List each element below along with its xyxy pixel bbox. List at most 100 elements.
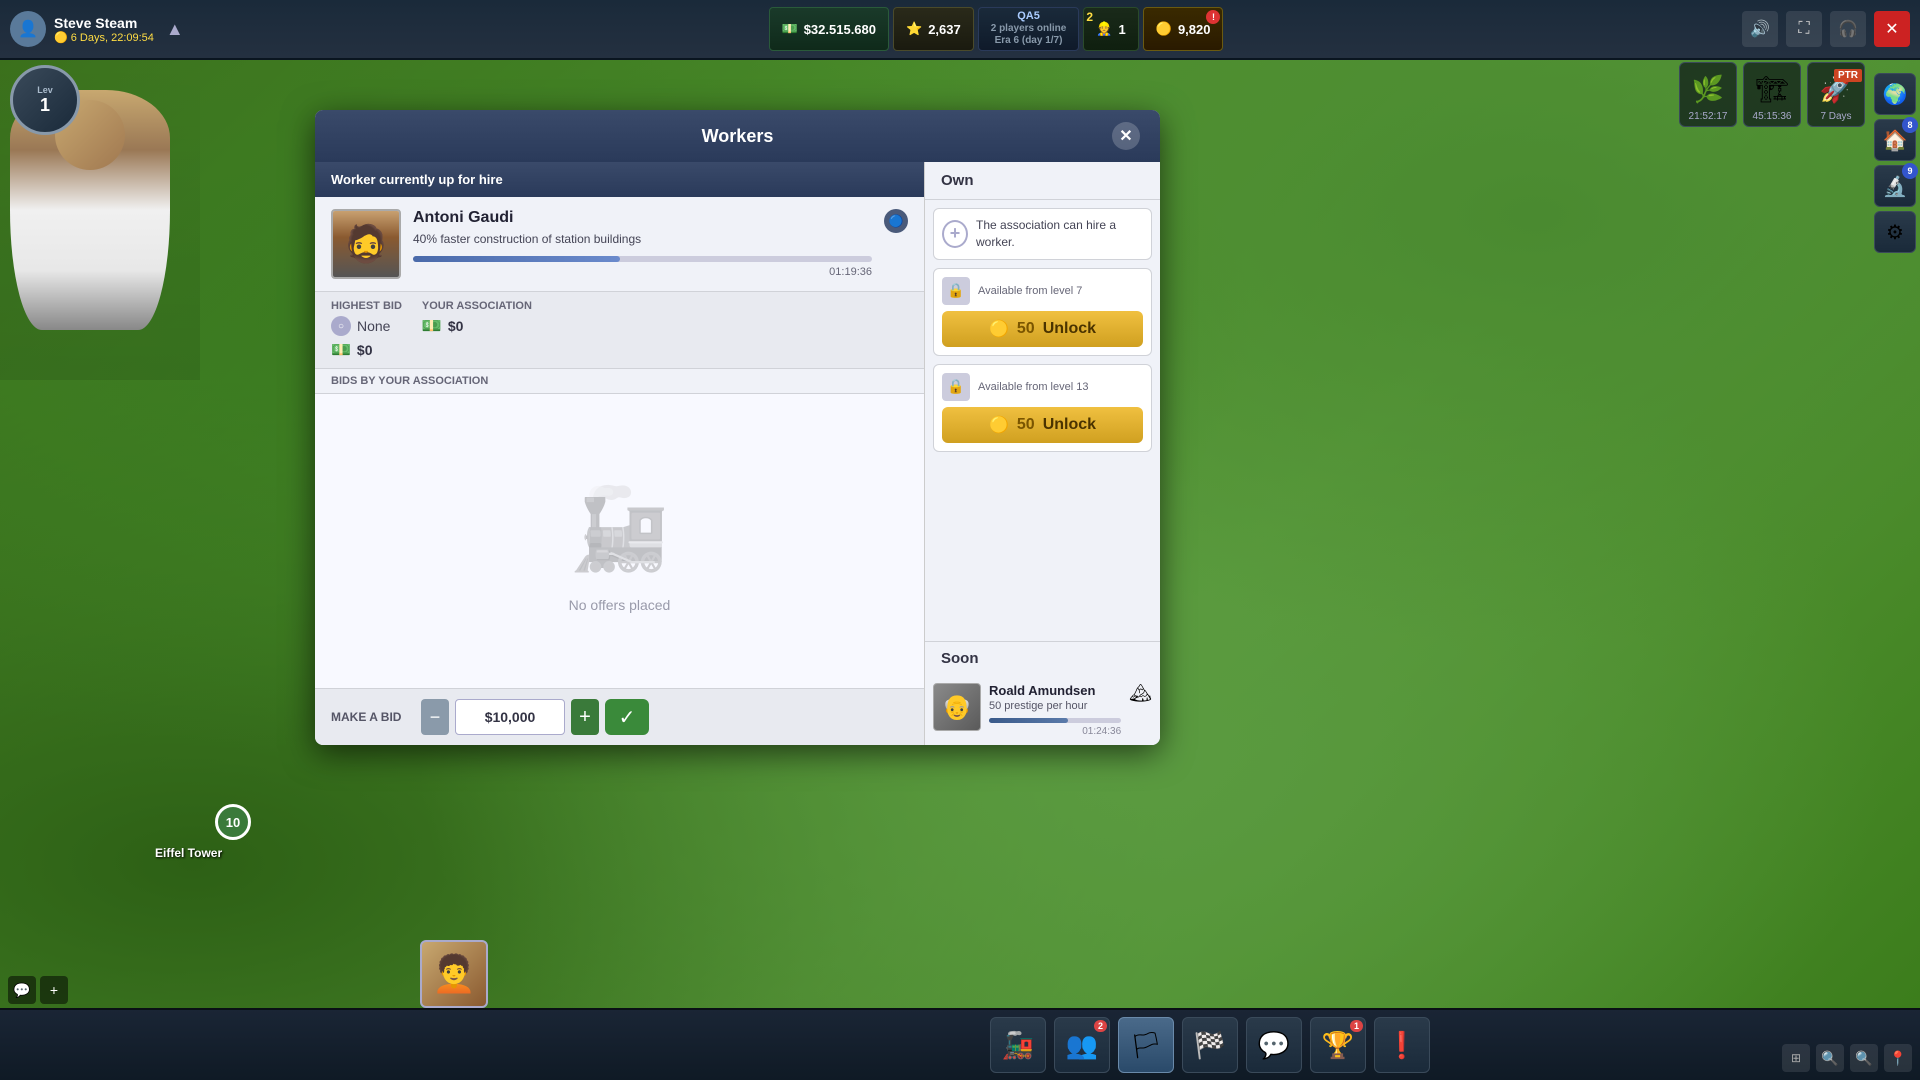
lock-header-1: 🔒 Available from level 7 <box>942 277 1143 305</box>
highest-bid-col: HIGHEST BID ○ None 💵 $0 <box>331 300 402 360</box>
bid-amount-input[interactable]: $10,000 <box>455 699 565 735</box>
taskbar: 💬 + 🧑‍🦱 🚂 👥 2 🏳 🏁 💬 🏆 1 ❗ ⊞ <box>0 1008 1920 1080</box>
chat-area: 💬 + <box>0 972 76 1008</box>
grid-icon[interactable]: ⊞ <box>1782 1044 1810 1072</box>
taskbar-alert-btn[interactable]: ❗ <box>1374 1017 1430 1073</box>
taskbar-flag-btn[interactable]: 🏳 <box>1118 1017 1174 1073</box>
unlock-label-1: Unlock <box>1043 320 1096 338</box>
taskbar-trophy-btn[interactable]: 🏆 1 <box>1310 1017 1366 1073</box>
worker-name: Antoni Gaudi <box>413 209 872 227</box>
chat-plus-icon[interactable]: + <box>40 976 68 1004</box>
own-scroll-area[interactable]: + The association can hire a worker. 🔒 A… <box>925 200 1160 641</box>
worker-details: Antoni Gaudi 40% faster construction of … <box>413 209 872 278</box>
right-sidebar: 🌍 🏠 8 🔬 9 ⚙ <box>1870 65 1920 261</box>
worker-for-hire-header: Worker currently up for hire <box>315 162 924 197</box>
lock-slot-1: 🔒 Available from level 7 🟡 50 Unlock <box>933 268 1152 356</box>
highest-bid-label: HIGHEST BID <box>331 300 402 312</box>
money-stat[interactable]: 💵 $32.515.680 <box>769 7 889 51</box>
fullscreen-icon[interactable]: ⛶ <box>1786 11 1822 47</box>
assoc-money-row: 💵 $0 <box>422 316 532 336</box>
bid-amount-value: $10,000 <box>485 709 536 725</box>
zoom-out-icon[interactable]: 🔍 <box>1816 1044 1844 1072</box>
right-panel: Own + The association can hire a worker.… <box>925 162 1160 745</box>
globe-icon: 🌍 <box>1883 82 1908 107</box>
unlock-label-2: Unlock <box>1043 416 1096 434</box>
soon-timer-fill <box>989 718 1068 723</box>
taskbar-chat-btn[interactable]: 💬 <box>1246 1017 1302 1073</box>
unlock-button-2[interactable]: 🟡 50 Unlock <box>942 407 1143 443</box>
taskbar-finish-btn[interactable]: 🏁 <box>1182 1017 1238 1073</box>
close-app-icon[interactable]: ✕ <box>1874 11 1910 47</box>
worker-ability: 40% faster construction of station build… <box>413 231 872 248</box>
headset-icon[interactable]: 🎧 <box>1830 11 1866 47</box>
dialog-title: Workers <box>363 126 1112 147</box>
session3-box[interactable]: 🚀 7 Days PTR <box>1807 62 1865 127</box>
soon-worker-portrait: 👴 <box>933 683 981 731</box>
finish-icon: 🏁 <box>1194 1030 1226 1061</box>
taskbar-buttons: 🚂 👥 2 🏳 🏁 💬 🏆 1 ❗ <box>990 1017 1430 1073</box>
train-icon: 🚂 <box>1002 1030 1034 1061</box>
taskbar-workers-btn[interactable]: 👥 2 <box>1054 1017 1110 1073</box>
session1-box[interactable]: 🌿 21:52:17 <box>1679 62 1737 127</box>
sound-icon[interactable]: 🔊 <box>1742 11 1778 47</box>
gold-stat[interactable]: 🟡 9,820 ! <box>1143 7 1224 51</box>
bid-plus-button[interactable]: + <box>571 699 599 735</box>
sidebar-map-icon[interactable]: 🌍 <box>1874 73 1916 115</box>
unlock-coin-2: 🟡 <box>989 415 1009 435</box>
gold-value: 9,820 <box>1178 22 1211 37</box>
zoom-in-icon[interactable]: 🔍 <box>1850 1044 1878 1072</box>
bid-controls: − $10,000 + ✓ <box>421 699 649 735</box>
bid-minus-button[interactable]: − <box>421 699 449 735</box>
close-button[interactable]: ✕ <box>1112 122 1140 150</box>
soon-worker-name: Roald Amundsen <box>989 683 1121 698</box>
dialog-header: Workers ✕ <box>315 110 1160 162</box>
sidebar-city-icon[interactable]: 🏠 8 <box>1874 119 1916 161</box>
session1-icon: 🌿 <box>1686 67 1730 111</box>
bid-none-row: ○ None <box>331 316 402 336</box>
workers-stat[interactable]: 👷 2 1 <box>1083 7 1138 51</box>
city-badge: 8 <box>1902 117 1918 133</box>
money-value: $32.515.680 <box>804 22 876 37</box>
sidebar-settings-icon[interactable]: ⚙ <box>1874 211 1916 253</box>
trophy-btn-badge: 1 <box>1350 1020 1363 1032</box>
chat-bubble-icon[interactable]: 💬 <box>8 976 36 1004</box>
sidebar-research-icon[interactable]: 🔬 9 <box>1874 165 1916 207</box>
lock-icon-2: 🔒 <box>942 373 970 401</box>
bids-by-assoc-header: BIDS BY YOUR ASSOCIATION <box>315 369 924 394</box>
lev-label: Lev <box>37 85 53 95</box>
worker-info-row: 🧔 Antoni Gaudi 40% faster construction o… <box>315 197 924 292</box>
prestige-icon: ⭐ <box>906 21 922 37</box>
player-portrait-taskbar[interactable]: 🧑‍🦱 <box>420 940 488 1008</box>
workers-icon: 👷 <box>1096 21 1112 37</box>
session2-box[interactable]: 🏗 45:15:36 <box>1743 62 1801 127</box>
research-badge: 9 <box>1902 163 1918 179</box>
bids-canvas: 🚂 No offers placed <box>315 394 924 688</box>
soon-worker-icon: 🏔 <box>1129 683 1152 704</box>
assoc-bid-col: YOUR ASSOCIATION 💵 $0 <box>422 300 532 360</box>
unlock-coin-1: 🟡 <box>989 319 1009 339</box>
assoc-money-value: $0 <box>448 318 464 334</box>
eiffel-tower-label: Eiffel Tower <box>155 846 222 860</box>
prestige-value: 2,637 <box>928 22 961 37</box>
prestige-stat[interactable]: ⭐ 2,637 <box>893 7 974 51</box>
lock-header-2: 🔒 Available from level 13 <box>942 373 1143 401</box>
chevron-up-icon[interactable]: ▲ <box>166 19 184 40</box>
session2-time: 45:15:36 <box>1753 111 1792 122</box>
money-icon: 💵 <box>782 21 798 37</box>
workers-group-icon: 👥 <box>1066 1030 1098 1061</box>
bid-none-text: None <box>357 318 390 334</box>
top-bar-right: 🔊 ⛶ 🎧 ✕ <box>1732 11 1920 47</box>
unlock-button-1[interactable]: 🟡 50 Unlock <box>942 311 1143 347</box>
bid-confirm-button[interactable]: ✓ <box>605 699 649 735</box>
taskbar-train-btn[interactable]: 🚂 <box>990 1017 1046 1073</box>
location-icon[interactable]: 📍 <box>1884 1044 1912 1072</box>
bid-money-row: 💵 $0 <box>331 340 402 360</box>
qa-sub2: Era 6 (day 1/7) <box>995 35 1063 46</box>
unlock-cost-1: 50 <box>1017 320 1035 338</box>
qa-stat[interactable]: QA5 2 players online Era 6 (day 1/7) <box>978 7 1080 51</box>
bid-none-icon: ○ <box>331 316 351 336</box>
minus-icon: − <box>430 707 441 728</box>
soon-worker-row: 👴 Roald Amundsen 50 prestige per hour 01… <box>925 675 1160 745</box>
top-nav-area: 🌿 21:52:17 🏗 45:15:36 🚀 7 Days PTR <box>1679 62 1865 127</box>
soon-worker-details: Roald Amundsen 50 prestige per hour 01:2… <box>989 683 1121 737</box>
